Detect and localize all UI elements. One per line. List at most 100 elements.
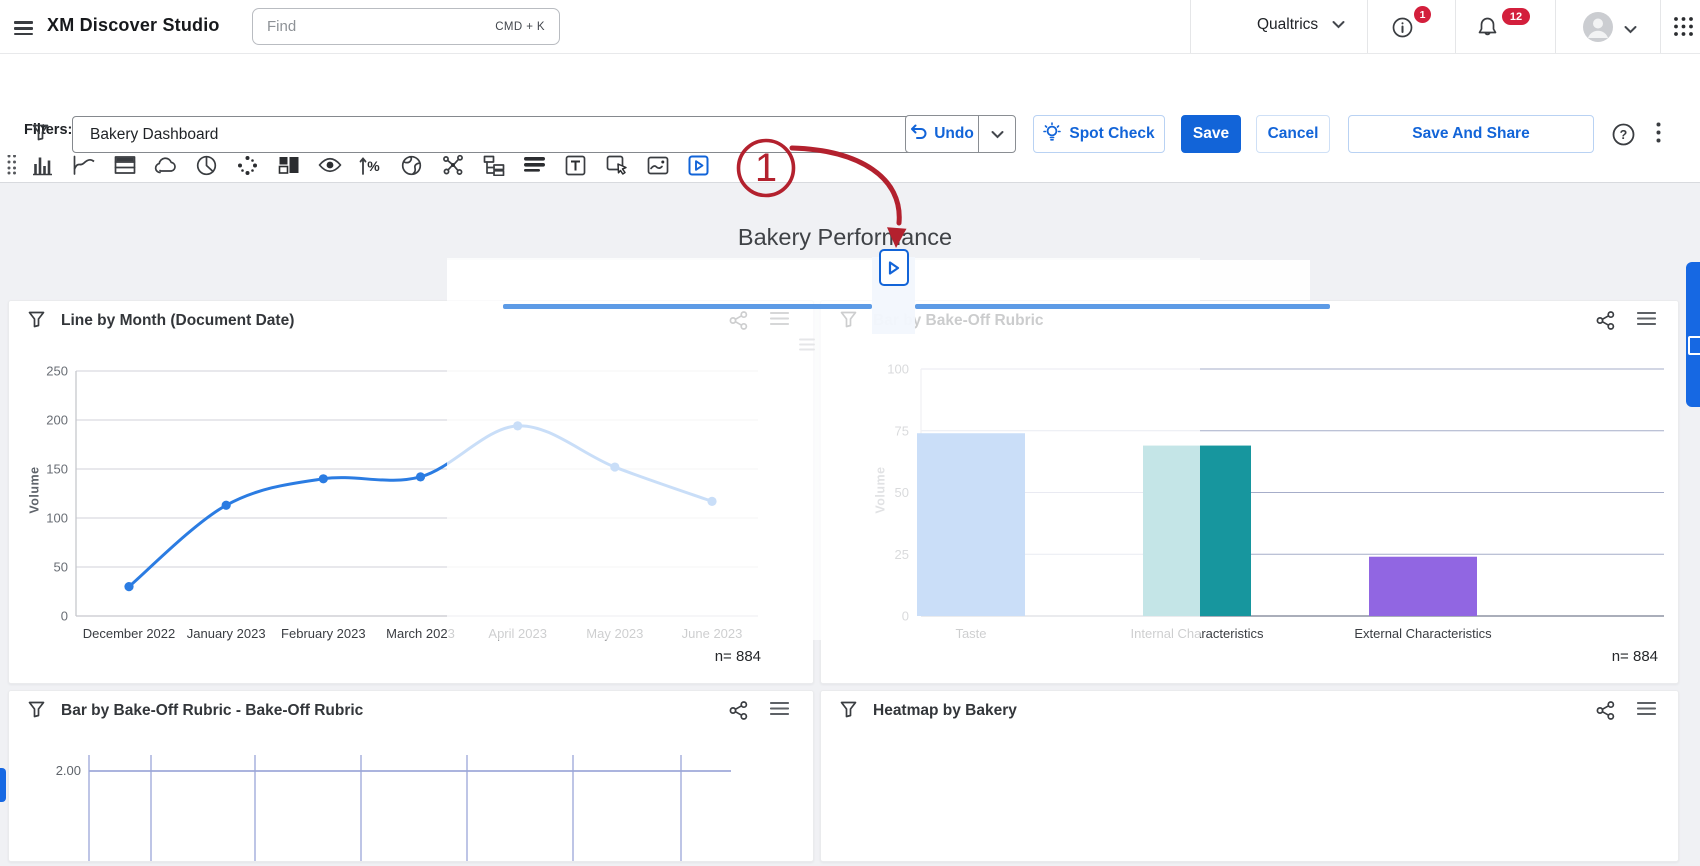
image-widget-icon[interactable] xyxy=(637,148,678,182)
right-edit-rail[interactable] xyxy=(1686,262,1700,407)
xm-discover-studio-app: { "header": { "app_title": "XM Discover … xyxy=(0,0,1700,850)
svg-text:June 2023: June 2023 xyxy=(682,626,743,641)
dragged-video-widget-icon[interactable] xyxy=(879,249,909,286)
svg-text:External Characteristics: External Characteristics xyxy=(1354,626,1492,641)
map-globe-icon[interactable] xyxy=(391,148,432,182)
line-chart-plot: 050100150200250December 2022January 2023… xyxy=(9,301,813,683)
network-icon[interactable] xyxy=(432,148,473,182)
svg-text:150: 150 xyxy=(46,462,68,477)
dashboard-name-input[interactable] xyxy=(72,116,924,153)
video-widget-icon[interactable] xyxy=(678,148,719,182)
rail-handle-icon xyxy=(1688,336,1700,355)
treemap-icon[interactable] xyxy=(268,148,309,182)
cloud-icon[interactable] xyxy=(145,148,186,182)
drop-indicator-line xyxy=(503,304,872,309)
share-icon[interactable] xyxy=(1596,311,1615,335)
svg-text:Taste: Taste xyxy=(955,626,986,641)
top-header-bar: XM Discover Studio Find CMD + K Qualtric… xyxy=(0,0,1700,54)
bulb-icon xyxy=(1043,122,1061,147)
share-icon[interactable] xyxy=(729,311,748,335)
save-button[interactable]: Save xyxy=(1181,115,1241,153)
bar-chart-icon[interactable] xyxy=(22,148,63,182)
svg-text:200: 200 xyxy=(46,413,68,428)
svg-text:March 2023: March 2023 xyxy=(386,626,455,641)
left-edit-rail[interactable] xyxy=(0,768,6,802)
org-name: Qualtrics xyxy=(1257,16,1318,34)
help-button[interactable]: ? xyxy=(1612,123,1635,151)
widget-drag-handle-icon[interactable] xyxy=(799,338,815,356)
widget-menu-icon[interactable] xyxy=(770,311,789,335)
info-badge: 1 xyxy=(1414,6,1431,23)
find-shortcut: CMD + K xyxy=(495,21,545,33)
spot-check-button[interactable]: Spot Check xyxy=(1033,115,1165,153)
widget-menu-icon[interactable] xyxy=(770,701,789,725)
svg-text:50: 50 xyxy=(895,485,909,500)
widget-filter-icon[interactable] xyxy=(840,701,857,723)
notification-badge: 12 xyxy=(1502,8,1530,25)
divider xyxy=(1455,0,1456,53)
line-chart-icon[interactable] xyxy=(63,148,104,182)
widget-line-by-month: Line by Month (Document Date) Volume 050… xyxy=(8,300,814,684)
table-icon[interactable] xyxy=(104,148,145,182)
widget-title: Bar by Bake-Off Rubric - Bake-Off Rubric xyxy=(61,702,363,720)
widget-filter-icon[interactable] xyxy=(28,311,45,333)
kebab-menu-icon[interactable] xyxy=(1656,122,1661,148)
drop-indicator-line xyxy=(915,304,1330,309)
share-icon[interactable] xyxy=(1596,701,1615,725)
widget-filter-icon[interactable] xyxy=(840,311,857,333)
svg-text:2.00: 2.00 xyxy=(56,763,81,778)
grip-dots-icon[interactable] xyxy=(0,148,22,182)
dashboard-page-title: Bakery Performance xyxy=(420,224,1270,251)
org-switcher[interactable]: Qualtrics xyxy=(1257,16,1345,34)
find-search-input[interactable]: Find CMD + K xyxy=(252,8,560,45)
widget-filter-icon[interactable] xyxy=(28,701,45,723)
undo-button[interactable]: Undo xyxy=(906,116,978,152)
divider xyxy=(1660,0,1661,53)
svg-text:?: ? xyxy=(1620,128,1628,142)
divider xyxy=(1190,0,1191,53)
svg-text:December 2022: December 2022 xyxy=(83,626,176,641)
find-placeholder: Find xyxy=(267,18,296,35)
hierarchy-icon[interactable] xyxy=(473,148,514,182)
svg-text:50: 50 xyxy=(54,560,68,575)
undo-history-chevron[interactable] xyxy=(979,116,1015,152)
sample-size-label: n= 884 xyxy=(715,648,761,665)
pie-chart-icon[interactable] xyxy=(186,148,227,182)
cancel-button[interactable]: Cancel xyxy=(1256,115,1330,153)
text-widget-icon[interactable] xyxy=(555,148,596,182)
undo-icon xyxy=(910,124,927,144)
preview-eye-icon[interactable] xyxy=(309,148,350,182)
widget-bar-by-rubric-detail: Bar by Bake-Off Rubric - Bake-Off Rubric… xyxy=(8,690,814,862)
svg-text:100: 100 xyxy=(887,362,909,377)
metric-icon[interactable] xyxy=(227,148,268,182)
widget-toolbar: % xyxy=(0,148,1700,183)
apps-grid-icon[interactable] xyxy=(1674,17,1693,41)
save-and-share-button[interactable]: Save And Share xyxy=(1348,115,1594,153)
dashboard-edit-bar: Undo Spot Check Save Cancel Save And Sha… xyxy=(0,53,1700,108)
hamburger-menu-icon[interactable] xyxy=(14,18,33,39)
info-button[interactable] xyxy=(1392,17,1413,43)
widget-title: Line by Month (Document Date) xyxy=(61,312,294,330)
svg-text:May 2023: May 2023 xyxy=(586,626,643,641)
notifications-bell-icon[interactable] xyxy=(1477,16,1498,43)
svg-text:%: % xyxy=(367,158,380,174)
widget-menu-icon[interactable] xyxy=(1637,701,1656,725)
divider xyxy=(1555,0,1556,53)
widget-title: Heatmap by Bakery xyxy=(873,702,1017,720)
share-icon[interactable] xyxy=(729,701,748,725)
account-menu[interactable] xyxy=(1582,11,1637,48)
svg-text:250: 250 xyxy=(46,364,68,379)
trend-percent-icon[interactable]: % xyxy=(350,148,391,182)
widget-menu-icon[interactable] xyxy=(1637,311,1656,335)
y-axis-label: Volume xyxy=(874,466,888,513)
avatar xyxy=(1582,11,1614,48)
svg-text:100: 100 xyxy=(46,511,68,526)
svg-text:0: 0 xyxy=(902,609,909,624)
selector-widget-icon[interactable] xyxy=(596,148,637,182)
svg-text:April 2023: April 2023 xyxy=(488,626,547,641)
app-title: XM Discover Studio xyxy=(47,15,220,36)
svg-text:Internal Characteristics: Internal Characteristics xyxy=(1131,626,1264,641)
svg-text:75: 75 xyxy=(895,423,909,438)
dashboard-filter-icon[interactable] xyxy=(32,124,49,146)
stacked-rows-icon[interactable] xyxy=(514,148,555,182)
